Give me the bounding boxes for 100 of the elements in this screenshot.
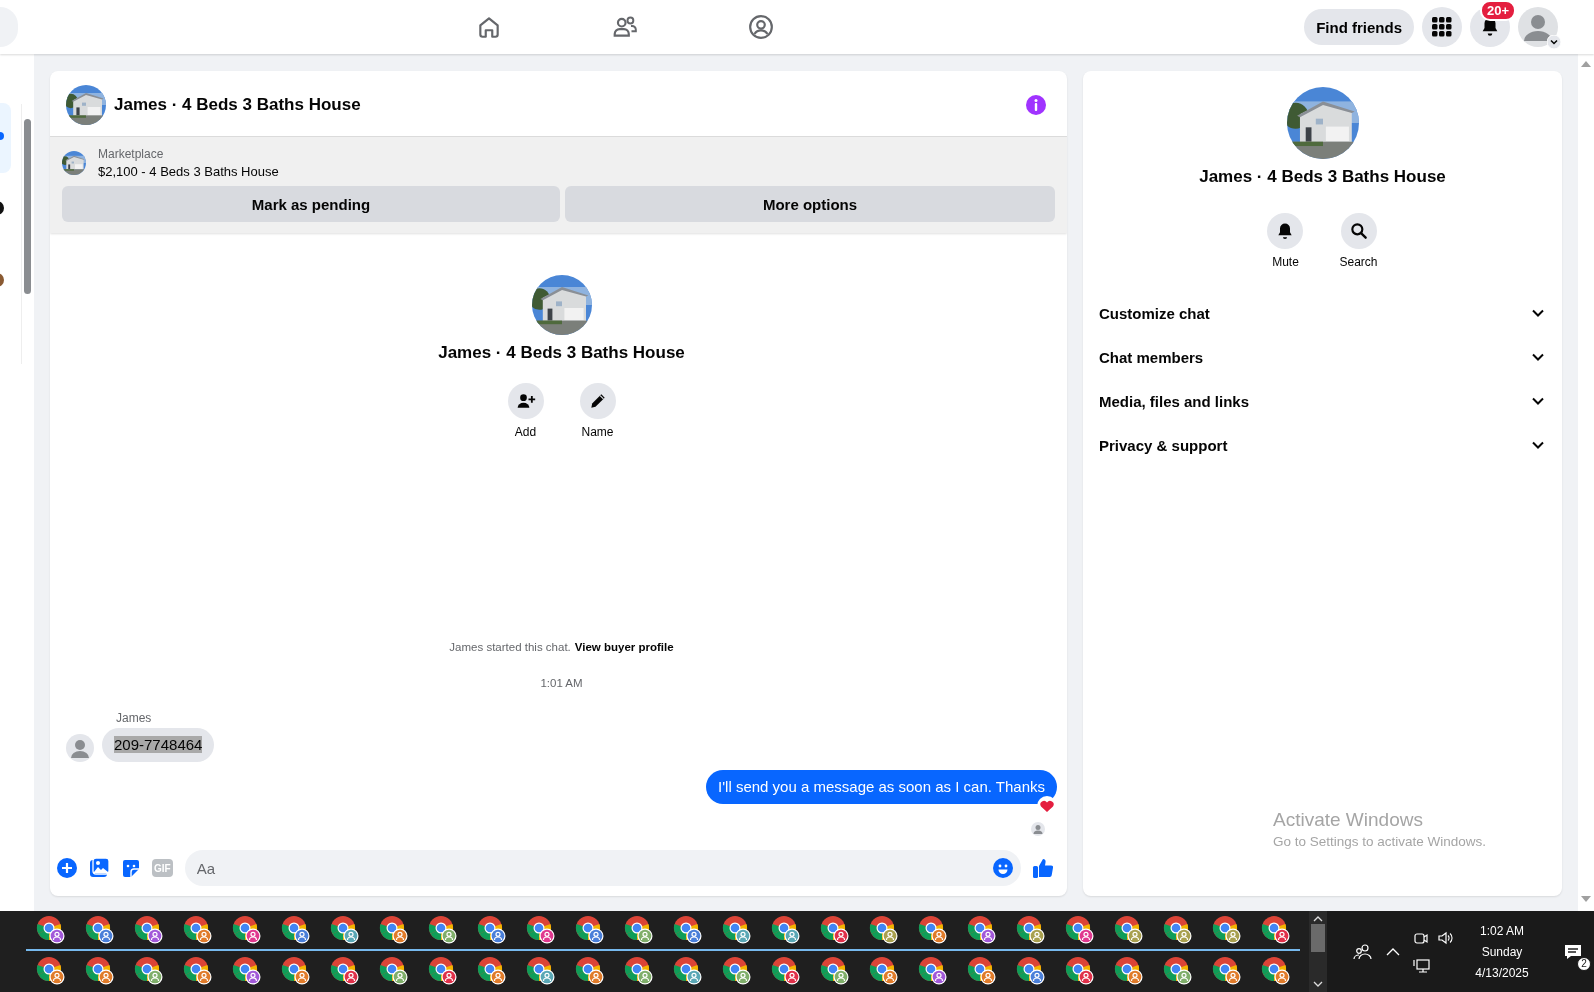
browser-profile-icon[interactable] [133,956,164,986]
browser-profile-icon[interactable] [1064,956,1095,986]
browser-profile-icon[interactable] [721,915,752,945]
message-timestamp: 1:01 AM [539,677,584,689]
browser-profile-icon[interactable] [574,956,605,986]
browser-profile-icon[interactable] [1162,915,1193,945]
sticker-icon[interactable] [120,857,142,879]
section-label: Chat members [1099,348,1204,366]
avatar-icon [1518,7,1558,47]
browser-profile-icon[interactable] [1015,956,1046,986]
image-icon[interactable] [88,857,110,879]
menu-button[interactable] [1422,7,1462,47]
browser-profile-icon[interactable] [1211,956,1242,986]
browser-profile-icon[interactable] [672,915,703,945]
browser-profile-icon[interactable] [84,915,115,945]
browser-profile-icon[interactable] [721,956,752,986]
system-message: James started this chat. [449,641,571,653]
browser-profile-icon[interactable] [476,956,507,986]
add-person-button[interactable] [507,383,544,419]
mute-button[interactable] [1267,213,1304,249]
browser-profile-icon[interactable] [966,956,997,986]
section-toggle[interactable]: Privacy & support [1099,423,1546,467]
friends-icon[interactable] [612,14,638,40]
browser-profile-icon[interactable] [574,915,605,945]
browser-profile-icon[interactable] [623,956,654,986]
message-bubble: 209-7748464 [102,728,215,762]
browser-profile-icon[interactable] [868,915,899,945]
contact-name: James · 4 Beds 3 Baths House [438,343,685,363]
browser-profile-icon[interactable] [378,956,409,986]
browser-profile-icon[interactable] [1260,915,1291,945]
browser-profile-icon[interactable] [280,915,311,945]
browser-profile-icon[interactable] [1015,915,1046,945]
arrow-down-icon [1313,981,1323,988]
browser-profile-icon[interactable] [378,915,409,945]
browser-profile-icon[interactable] [770,915,801,945]
section-toggle[interactable]: Customize chat [1099,291,1546,335]
section-label: Privacy & support [1099,436,1228,454]
rename-button[interactable] [579,383,616,419]
account-button[interactable] [1518,7,1558,47]
browser-profile-icon[interactable] [966,915,997,945]
list-item-highlight[interactable] [0,103,11,173]
browser-profile-icon[interactable] [476,915,507,945]
plus-icon[interactable] [56,857,78,879]
notification-badge: 20+ [1479,0,1516,21]
browser-profile-icon[interactable] [1260,956,1291,986]
browser-profile-icon[interactable] [427,915,458,945]
browser-profile-icon[interactable] [770,956,801,986]
browser-profile-icon[interactable] [84,956,115,986]
browser-profile-icon[interactable] [231,915,262,945]
info-icon[interactable] [1025,93,1047,116]
browser-profile-icon[interactable] [525,915,556,945]
browser-profile-icon[interactable] [182,956,213,986]
thumbs-up-icon[interactable] [1031,856,1055,880]
notification-count: 2 [1577,956,1591,971]
section-toggle[interactable]: Chat members [1099,335,1546,379]
browser-profile-icon[interactable] [280,956,311,986]
emoji-icon[interactable] [992,857,1014,879]
people-circle-icon[interactable] [748,14,774,40]
browser-profile-icon[interactable] [427,956,458,986]
browser-profile-icon[interactable] [1113,956,1144,986]
browser-profile-icon[interactable] [525,956,556,986]
section-label: Customize chat [1099,304,1210,322]
browser-profile-icon[interactable] [623,915,654,945]
browser-profile-icon[interactable] [672,956,703,986]
speaker-icon[interactable] [1437,929,1455,946]
browser-profile-icon[interactable] [133,915,164,945]
search-icon [1348,221,1369,241]
browser-profile-icon[interactable] [917,915,948,945]
mark-pending-button[interactable]: Mark as pending [62,186,560,222]
browser-profile-icon[interactable] [35,956,66,986]
browser-profile-icon[interactable] [231,956,262,986]
browser-profile-icon[interactable] [868,956,899,986]
clock[interactable]: 1:02 AM Sunday 4/13/2025 [1467,923,1537,980]
buyer-profile-link[interactable]: View buyer profile [574,641,674,653]
browser-profile-icon[interactable] [182,915,213,945]
arrow-up-icon [1313,915,1323,922]
sender-name: James [116,711,153,725]
browser-profile-icon[interactable] [329,915,360,945]
browser-profile-icon[interactable] [1064,915,1095,945]
browser-profile-icon[interactable] [1162,956,1193,986]
people-icon[interactable] [1353,941,1373,962]
section-toggle[interactable]: Media, files and links [1099,379,1546,423]
home-icon[interactable] [476,14,502,40]
browser-profile-icon[interactable] [819,915,850,945]
search-button[interactable] [1340,213,1377,249]
browser-profile-icon[interactable] [1211,915,1242,945]
more-options-button[interactable]: More options [565,186,1055,222]
action-label: Mute [1272,255,1299,269]
browser-profile-icon[interactable] [917,956,948,986]
listing-label: Marketplace [98,147,165,161]
browser-profile-icon[interactable] [819,956,850,986]
browser-profile-icon[interactable] [35,915,66,945]
message-field[interactable]: Aa [184,850,1021,886]
avatar-icon [66,734,94,762]
find-friends-button[interactable]: Find friends [1304,9,1414,45]
activation-title: Activate Windows [1273,809,1424,831]
browser-profile-icon[interactable] [1113,915,1144,945]
action-label: Add [514,425,537,439]
network-icon[interactable] [1413,957,1431,974]
browser-profile-icon[interactable] [329,956,360,986]
